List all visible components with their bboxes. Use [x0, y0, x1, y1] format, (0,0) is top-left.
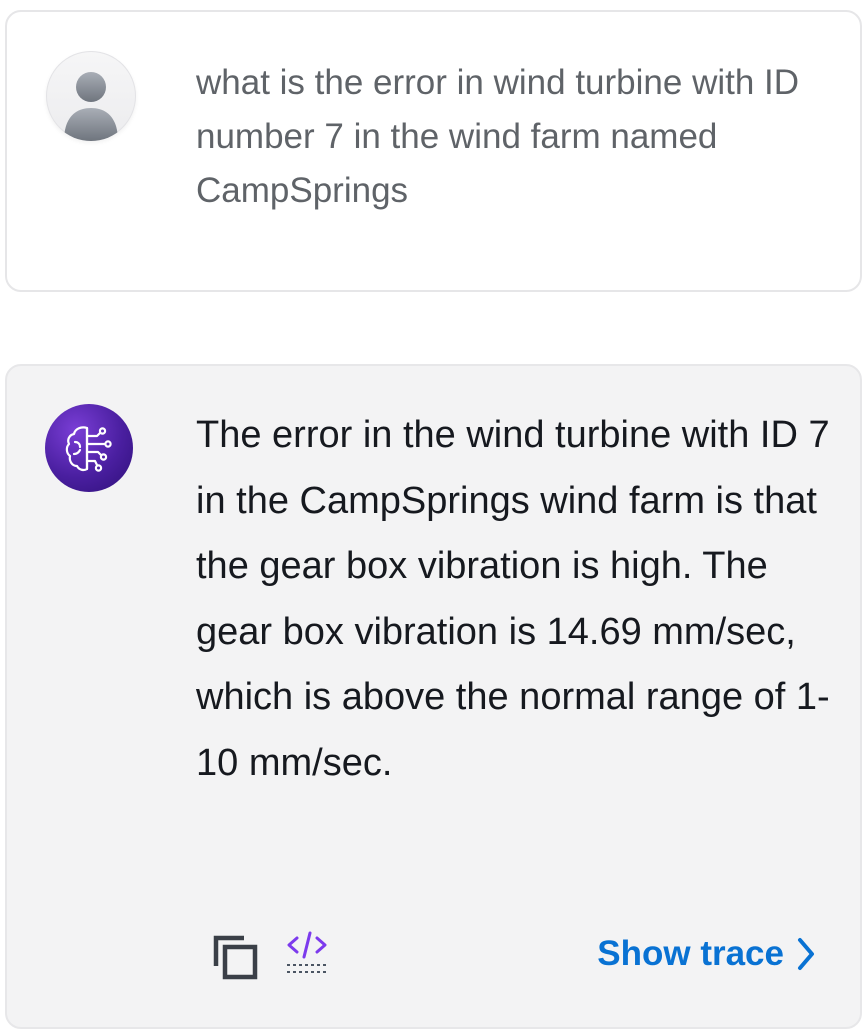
chevron-right-icon: [796, 936, 816, 972]
user-message-text: what is the error in wind turbine with I…: [196, 63, 800, 210]
code-icon[interactable]: [283, 928, 331, 976]
assistant-message-card: The error in the wind turbine with ID 7 …: [5, 364, 862, 1029]
ai-brain-icon: [45, 404, 133, 492]
assistant-message-text: The error in the wind turbine with ID 7 …: [196, 414, 830, 784]
message-actions: Show trace: [7, 922, 860, 982]
user-avatar-icon: [46, 51, 136, 141]
user-message-card: what is the error in wind turbine with I…: [5, 10, 862, 292]
show-trace-button[interactable]: Show trace: [597, 932, 816, 976]
copy-icon[interactable]: [210, 932, 260, 982]
show-trace-label: Show trace: [597, 934, 784, 973]
